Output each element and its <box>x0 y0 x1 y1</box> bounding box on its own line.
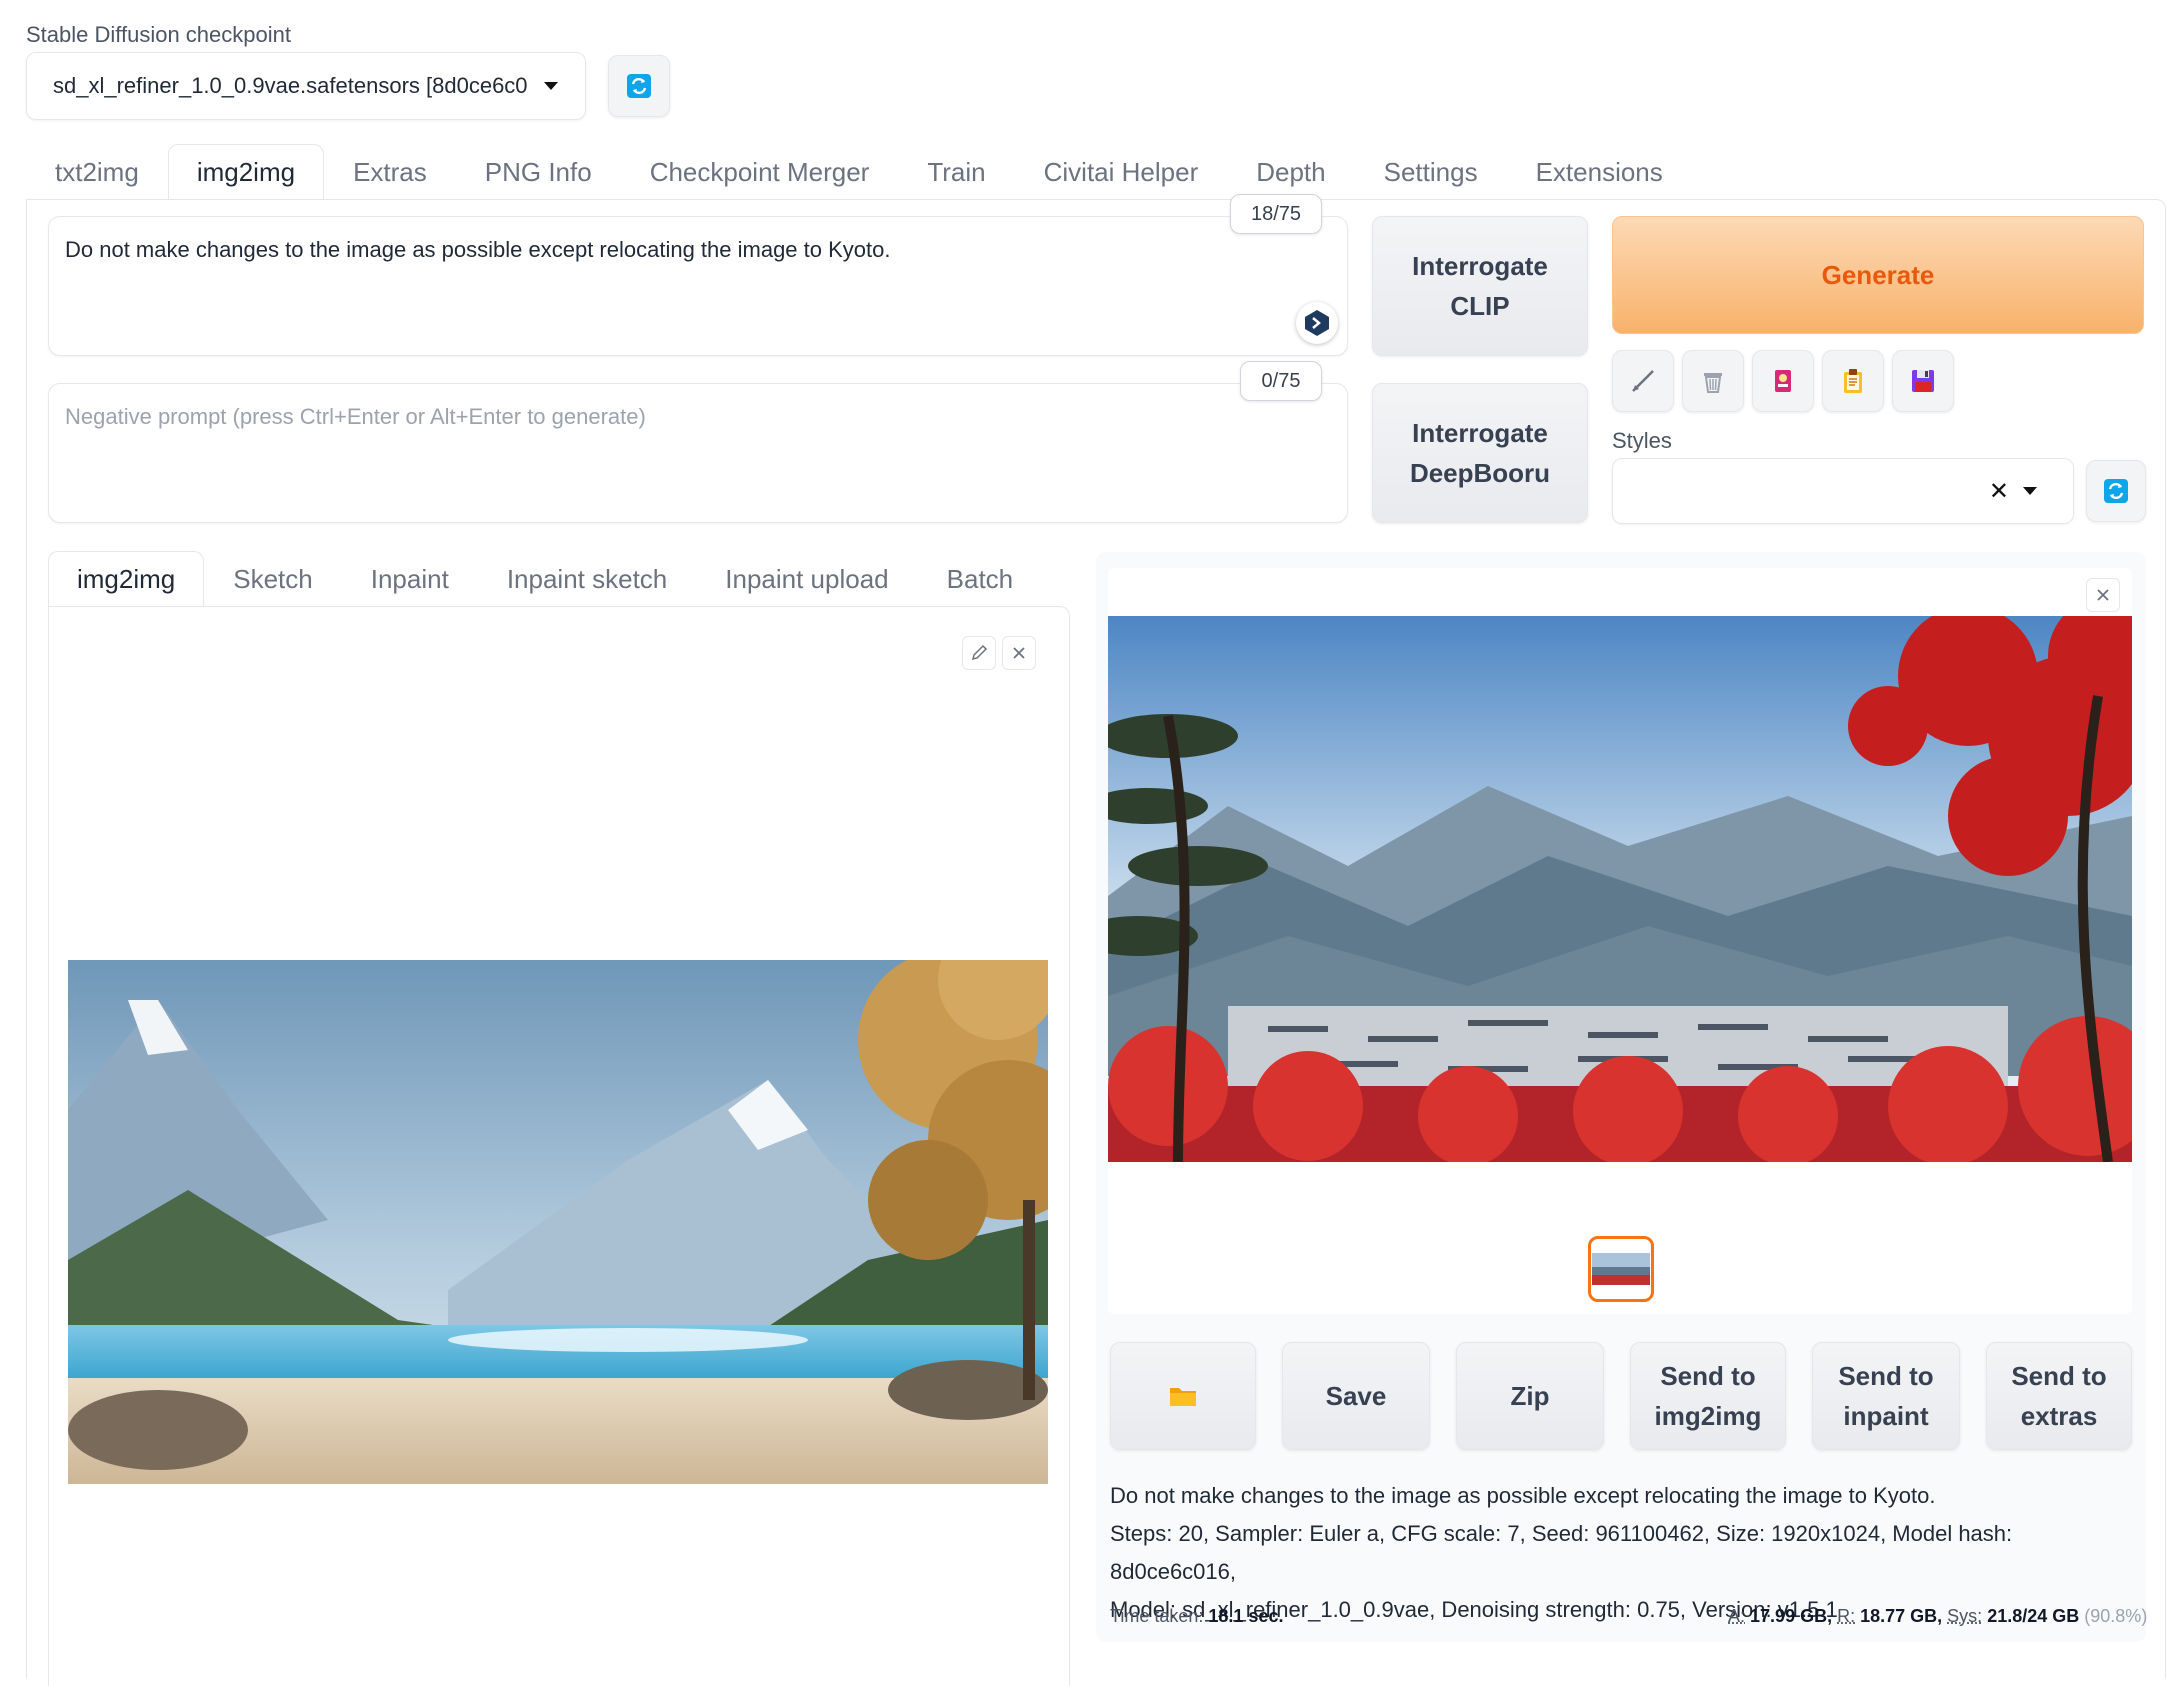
vram-r-value: 18.77 GB, <box>1860 1606 1942 1626</box>
extension-icon[interactable] <box>1296 302 1338 344</box>
generation-info-params: Steps: 20, Sampler: Euler a, CFG scale: … <box>1110 1515 2140 1591</box>
open-folder-button[interactable] <box>1110 1342 1256 1450</box>
tab-civitai-helper[interactable]: Civitai Helper <box>1015 144 1228 200</box>
output-image[interactable] <box>1108 616 2132 1162</box>
styles-label: Styles <box>1612 428 1672 454</box>
send-to-extras-line2: extras <box>2021 1396 2098 1436</box>
read-params-button[interactable] <box>1612 350 1674 412</box>
interrogate-clip-button[interactable]: Interrogate CLIP <box>1372 216 1588 356</box>
tab-train[interactable]: Train <box>898 144 1014 200</box>
negative-prompt-textarea[interactable]: Negative prompt (press Ctrl+Enter or Alt… <box>48 383 1348 523</box>
apply-styles-button[interactable] <box>1822 350 1884 412</box>
vram-r-label: R: <box>1837 1606 1855 1626</box>
vram-sys-value: 21.8/24 GB <box>1987 1606 2079 1626</box>
extra-networks-button[interactable] <box>1752 350 1814 412</box>
interrogate-deepbooru-button[interactable]: Interrogate DeepBooru <box>1372 383 1588 523</box>
interrogate-deepbooru-line1: Interrogate <box>1412 413 1548 453</box>
styles-select[interactable]: ✕ <box>1612 458 2074 524</box>
send-to-inpaint-line2: inpaint <box>1843 1396 1928 1436</box>
send-to-inpaint-button[interactable]: Send to inpaint <box>1812 1342 1960 1450</box>
trash-icon <box>1699 367 1727 395</box>
vram-sys-label: Sys: <box>1947 1606 1982 1626</box>
vram-a-value: 17.99 GB, <box>1750 1606 1832 1626</box>
hexagon-icon <box>1302 308 1332 338</box>
subtab-inpaint-sketch[interactable]: Inpaint sketch <box>478 551 696 607</box>
subtab-img2img[interactable]: img2img <box>48 551 204 607</box>
prompt-text: Do not make changes to the image as poss… <box>65 237 890 262</box>
interrogate-clip-line1: Interrogate <box>1412 246 1548 286</box>
time-taken-label: Time taken: <box>1110 1606 1203 1626</box>
time-taken-value: 18.1 sec. <box>1208 1606 1283 1626</box>
tab-settings[interactable]: Settings <box>1355 144 1507 200</box>
tab-extensions[interactable]: Extensions <box>1507 144 1692 200</box>
send-to-extras-line1: Send to <box>2011 1356 2106 1396</box>
prompt-textarea[interactable]: Do not make changes to the image as poss… <box>48 216 1348 356</box>
tab-extras[interactable]: Extras <box>324 144 456 200</box>
time-taken: Time taken: 18.1 sec. <box>1110 1606 1283 1627</box>
subtab-batch[interactable]: Batch <box>918 551 1043 607</box>
close-icon <box>2095 587 2111 603</box>
generation-info-prompt: Do not make changes to the image as poss… <box>1110 1477 2140 1515</box>
send-to-extras-button[interactable]: Send to extras <box>1986 1342 2132 1450</box>
zip-button[interactable]: Zip <box>1456 1342 1604 1450</box>
clear-image-button[interactable] <box>1002 636 1036 670</box>
input-image[interactable] <box>68 960 1048 1484</box>
prompt-token-counter: 18/75 <box>1230 194 1322 234</box>
vram-stats: A: 17.99 GB, R: 18.77 GB, Sys: 21.8/24 G… <box>1728 1606 2132 1627</box>
close-gallery-button[interactable] <box>2086 578 2120 612</box>
checkpoint-value: sd_xl_refiner_1.0_0.9vae.safetensors [8d… <box>53 73 528 99</box>
input-mode-tabs: img2img Sketch Inpaint Inpaint sketch In… <box>48 551 1042 607</box>
send-to-img2img-line2: img2img <box>1655 1396 1762 1436</box>
output-thumbnail[interactable] <box>1588 1236 1654 1302</box>
floppy-disk-icon <box>1909 367 1937 395</box>
folder-icon <box>1168 1383 1198 1409</box>
negative-prompt-token-counter: 0/75 <box>1240 361 1322 401</box>
send-to-inpaint-line1: Send to <box>1838 1356 1933 1396</box>
chevron-down-icon <box>2023 487 2037 495</box>
tab-png-info[interactable]: PNG Info <box>456 144 621 200</box>
main-tabs: txt2img img2img Extras PNG Info Checkpoi… <box>26 144 1692 200</box>
send-to-img2img-line1: Send to <box>1660 1356 1755 1396</box>
subtab-inpaint-upload[interactable]: Inpaint upload <box>696 551 917 607</box>
interrogate-deepbooru-line2: DeepBooru <box>1410 453 1550 493</box>
refresh-icon <box>626 73 652 99</box>
vram-a-label: A: <box>1728 1606 1745 1626</box>
generate-button[interactable]: Generate <box>1612 216 2144 334</box>
tab-depth[interactable]: Depth <box>1227 144 1354 200</box>
subtab-inpaint[interactable]: Inpaint <box>342 551 478 607</box>
send-to-img2img-button[interactable]: Send to img2img <box>1630 1342 1786 1450</box>
chevron-down-icon <box>544 82 558 90</box>
negative-prompt-placeholder: Negative prompt (press Ctrl+Enter or Alt… <box>65 404 646 429</box>
vram-sys-percent: (90.8%) <box>2084 1606 2147 1626</box>
tab-img2img[interactable]: img2img <box>168 144 324 200</box>
close-icon <box>1011 645 1027 661</box>
interrogate-clip-line2: CLIP <box>1450 286 1509 326</box>
refresh-styles-button[interactable] <box>2086 460 2146 522</box>
pencil-icon <box>970 644 988 662</box>
save-button[interactable]: Save <box>1282 1342 1430 1450</box>
tab-txt2img[interactable]: txt2img <box>26 144 168 200</box>
red-card-icon <box>1769 367 1797 395</box>
checkpoint-select[interactable]: sd_xl_refiner_1.0_0.9vae.safetensors [8d… <box>26 52 586 120</box>
clear-styles-icon[interactable]: ✕ <box>1989 477 2009 506</box>
arrow-diagonal-icon <box>1629 367 1657 395</box>
checkpoint-label: Stable Diffusion checkpoint <box>26 22 291 48</box>
refresh-checkpoint-button[interactable] <box>608 55 670 117</box>
tab-checkpoint-merger[interactable]: Checkpoint Merger <box>621 144 899 200</box>
refresh-icon <box>2103 478 2129 504</box>
clear-prompt-button[interactable] <box>1682 350 1744 412</box>
clipboard-icon <box>1839 367 1867 395</box>
thumbnail-image <box>1592 1253 1650 1285</box>
save-style-button[interactable] <box>1892 350 1954 412</box>
subtab-sketch[interactable]: Sketch <box>204 551 342 607</box>
edit-image-button[interactable] <box>962 636 996 670</box>
